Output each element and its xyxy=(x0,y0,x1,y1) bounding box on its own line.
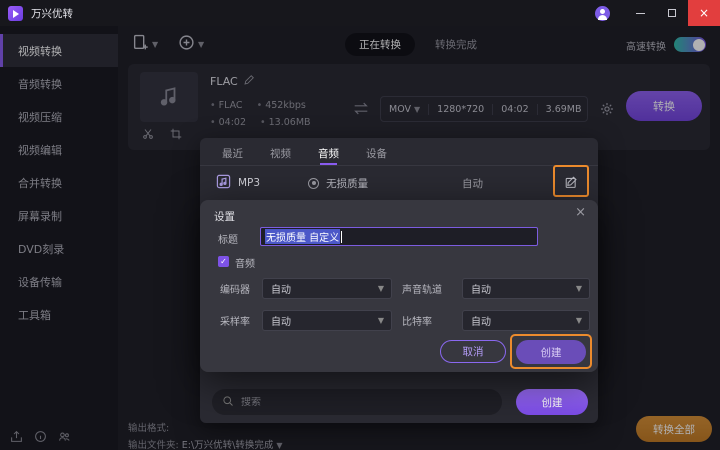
chevron-down-icon: ▼ xyxy=(575,284,582,293)
search-box[interactable] xyxy=(212,389,502,415)
preset-name-input[interactable]: 无损质量 自定义 xyxy=(260,227,538,246)
name-label: 标题 xyxy=(218,235,238,246)
mp3-format-icon xyxy=(216,174,231,192)
format-list-item[interactable]: MP3 无损质量 自动 xyxy=(200,168,598,198)
maximize-button[interactable] xyxy=(656,0,688,26)
minimize-icon xyxy=(635,12,645,14)
track-label: 声音轨道 xyxy=(402,285,442,296)
dialog-title: 设置 xyxy=(214,211,235,223)
sample-rate-label: 采样率 xyxy=(220,317,250,328)
highlight-create-button xyxy=(510,334,592,369)
format-tab-audio[interactable]: 音频 xyxy=(318,146,339,165)
panel-create-button[interactable]: 创建 xyxy=(516,389,588,415)
settings-dialog: 设置 × 标题 无损质量 自定义 ✓ 音频 编码器 自动 ▼ 声音轨道 自动 ▼ 采… xyxy=(200,200,598,372)
encoder-select[interactable]: 自动 ▼ xyxy=(262,278,392,299)
format-name: MP3 xyxy=(238,177,261,189)
bitrate-select[interactable]: 自动 ▼ xyxy=(462,310,590,331)
track-select[interactable]: 自动 ▼ xyxy=(462,278,590,299)
audio-checkbox[interactable]: ✓ xyxy=(218,256,229,267)
bitrate-label: 比特率 xyxy=(402,317,432,328)
app-logo-icon xyxy=(8,5,23,21)
quality-name[interactable]: 无损质量 xyxy=(326,176,368,191)
format-tab-device[interactable]: 设备 xyxy=(366,146,387,165)
search-input[interactable] xyxy=(241,396,461,408)
close-icon: × xyxy=(698,6,710,20)
maximize-icon xyxy=(668,9,676,17)
quality-value: 自动 xyxy=(462,177,483,190)
cancel-button[interactable]: 取消 xyxy=(440,340,506,363)
chevron-down-icon: ▼ xyxy=(575,316,582,325)
titlebar: 万兴优转 × xyxy=(0,0,720,26)
minimize-button[interactable] xyxy=(624,0,656,26)
highlight-edit-icon xyxy=(553,165,589,197)
encoder-label: 编码器 xyxy=(220,285,250,296)
selected-text: 无损质量 自定义 xyxy=(265,229,341,244)
format-tab-video[interactable]: 视频 xyxy=(270,146,291,165)
user-avatar[interactable] xyxy=(595,5,610,21)
close-button[interactable]: × xyxy=(688,0,720,26)
format-tab-recent[interactable]: 最近 xyxy=(222,146,243,165)
text-cursor xyxy=(341,230,343,243)
chevron-down-icon: ▼ xyxy=(377,284,384,293)
dialog-close-icon[interactable]: × xyxy=(575,205,586,220)
search-icon xyxy=(212,395,234,410)
chevron-down-icon: ▼ xyxy=(377,316,384,325)
sample-rate-select[interactable]: 自动 ▼ xyxy=(262,310,392,331)
quality-icon xyxy=(308,177,320,189)
app-window: 万兴优转 × 视频转换 音频转换 视频压缩 视频编辑 合并转换 屏幕录制 DVD… xyxy=(0,0,720,450)
app-title: 万兴优转 xyxy=(31,7,73,20)
audio-checkbox-label: 音频 xyxy=(235,259,255,270)
